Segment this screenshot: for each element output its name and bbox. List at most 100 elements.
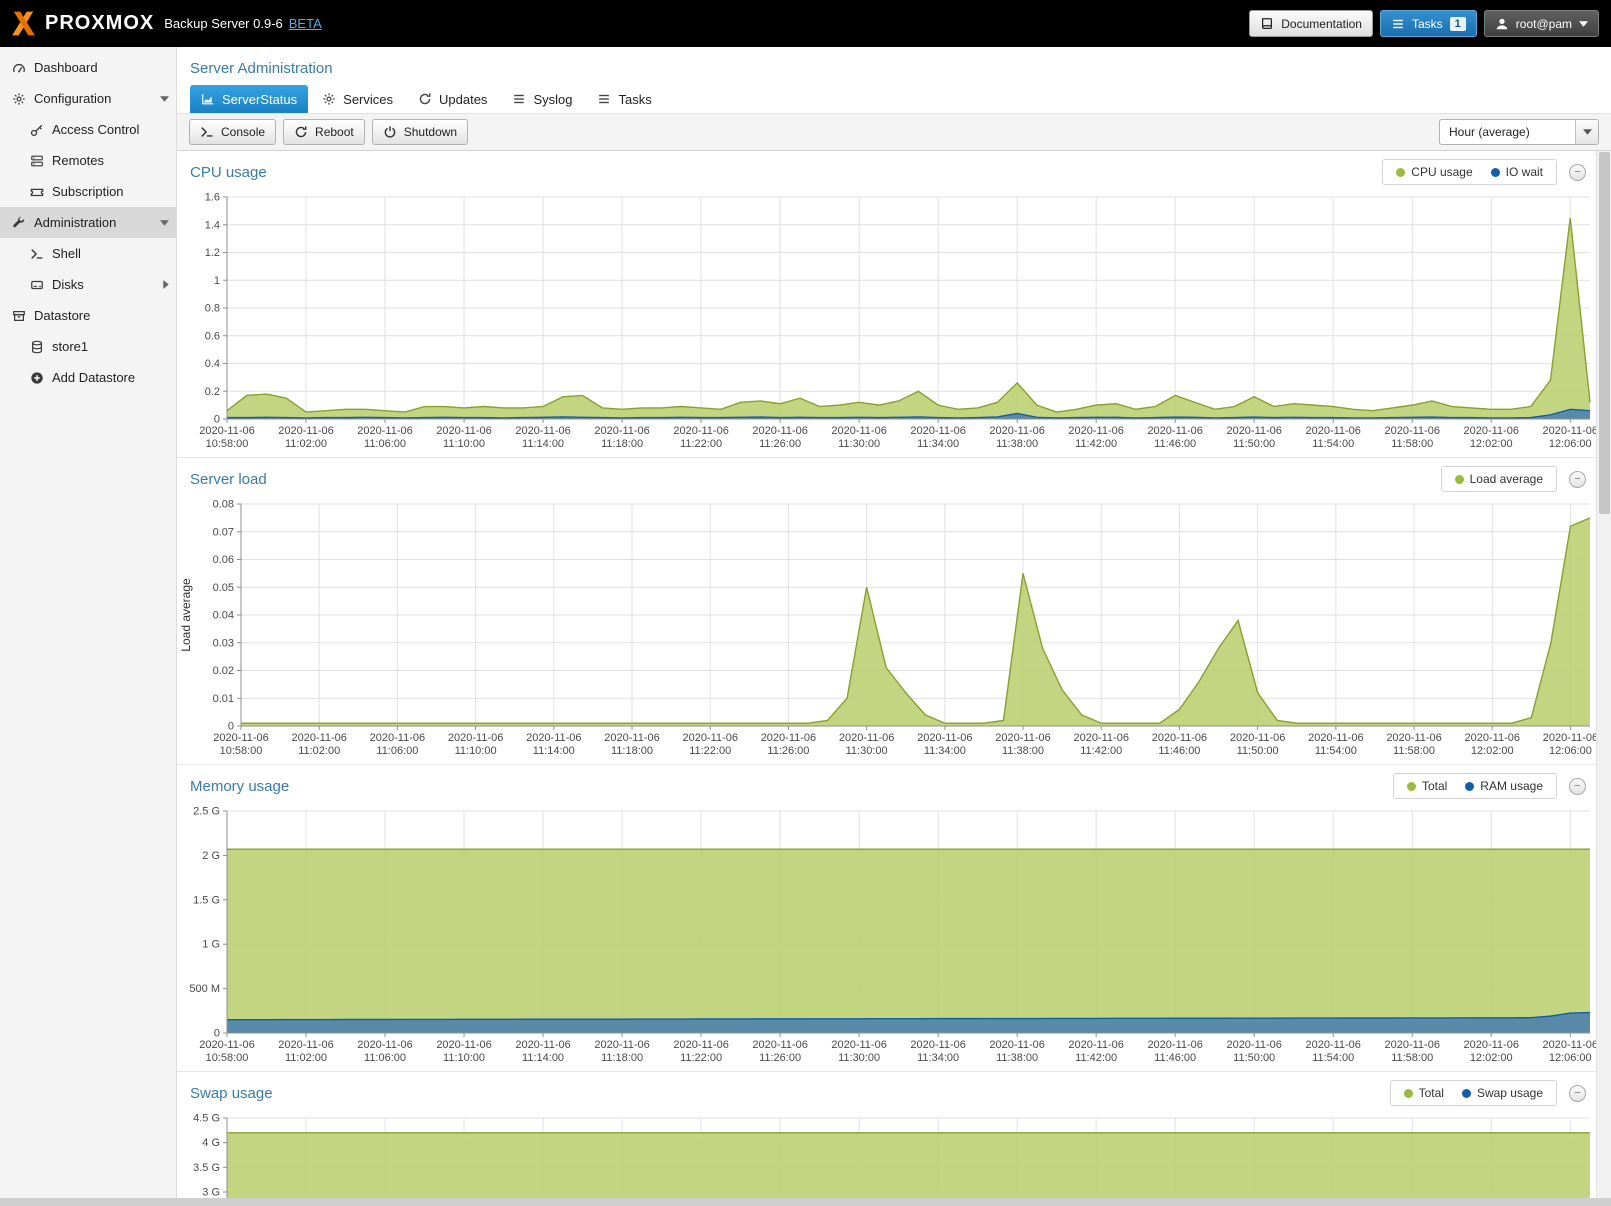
svg-text:2020-11-06: 2020-11-06	[436, 425, 491, 437]
legend-item-swap-usage[interactable]: Swap usage	[1462, 1086, 1543, 1100]
legend-label: RAM usage	[1480, 779, 1543, 793]
beta-link[interactable]: BETA	[289, 16, 322, 31]
combo-trigger[interactable]	[1575, 120, 1598, 144]
svg-text:11:34:00: 11:34:00	[924, 745, 966, 757]
svg-text:2020-11-06: 2020-11-06	[682, 732, 737, 744]
tab-tasks[interactable]: Tasks	[586, 85, 662, 113]
sidebar-item-remotes[interactable]: Remotes	[0, 145, 176, 176]
gauge-icon	[10, 61, 27, 75]
svg-text:11:14:00: 11:14:00	[533, 745, 575, 757]
terminal-icon	[28, 247, 45, 261]
reboot-button[interactable]: Reboot	[283, 119, 365, 145]
svg-text:2020-11-06: 2020-11-06	[761, 732, 816, 744]
collapse-tool[interactable]: −	[1569, 778, 1586, 795]
caret-down-icon	[160, 96, 169, 102]
sidebar-item-subscription[interactable]: Subscription	[0, 176, 176, 207]
collapse-tool[interactable]: −	[1569, 1085, 1586, 1102]
svg-text:11:18:00: 11:18:00	[611, 745, 653, 757]
refresh-icon	[418, 92, 432, 106]
legend-item-ram-usage[interactable]: RAM usage	[1465, 779, 1543, 793]
top-header: PROXMOX Backup Server 0.9-6 BETA Documen…	[0, 0, 1611, 47]
svg-text:2020-11-06: 2020-11-06	[594, 1039, 649, 1051]
chart-header-memory: Memory usageTotalRAM usage−	[177, 767, 1596, 805]
caret-down-icon	[1579, 21, 1588, 27]
user-menu-button[interactable]: root@pam	[1484, 10, 1599, 37]
hdd-icon	[28, 278, 45, 292]
svg-text:11:14:00: 11:14:00	[522, 438, 564, 450]
sidebar-item-datastore[interactable]: Datastore	[0, 300, 176, 331]
shutdown-button[interactable]: Shutdown	[372, 119, 468, 145]
legend-dot	[1462, 1089, 1471, 1098]
caret-down-icon	[1583, 129, 1592, 135]
vertical-scrollbar[interactable]	[1596, 151, 1611, 1198]
svg-text:2020-11-06: 2020-11-06	[448, 732, 503, 744]
sidebar-item-shell[interactable]: Shell	[0, 238, 176, 269]
gears-icon	[10, 92, 27, 106]
sidebar-item-administration[interactable]: Administration	[0, 207, 176, 238]
svg-text:2020-11-06: 2020-11-06	[357, 1039, 412, 1051]
main-panel: Server Administration ServerStatusServic…	[177, 47, 1611, 1198]
tasks-button[interactable]: Tasks 1	[1380, 10, 1477, 37]
svg-text:2020-11-06: 2020-11-06	[1465, 732, 1520, 744]
tab-label: Updates	[439, 92, 487, 107]
legend-item-cpu-usage[interactable]: CPU usage	[1396, 165, 1472, 179]
timeframe-value: Hour (average)	[1440, 125, 1575, 139]
legend-label: CPU usage	[1411, 165, 1472, 179]
collapse-tool[interactable]: −	[1569, 164, 1586, 181]
svg-text:0.6: 0.6	[205, 330, 220, 342]
sidebar-item-store1[interactable]: store1	[0, 331, 176, 362]
svg-text:2020-11-06: 2020-11-06	[1152, 732, 1207, 744]
svg-text:11:38:00: 11:38:00	[996, 1052, 1038, 1064]
legend-item-load-average[interactable]: Load average	[1455, 472, 1543, 486]
tab-serverstatus[interactable]: ServerStatus	[190, 85, 308, 113]
legend-label: IO wait	[1506, 165, 1543, 179]
documentation-label: Documentation	[1281, 17, 1362, 31]
svg-text:11:10:00: 11:10:00	[455, 745, 497, 757]
svg-text:0.08: 0.08	[213, 499, 234, 511]
documentation-button[interactable]: Documentation	[1249, 10, 1373, 37]
svg-text:11:58:00: 11:58:00	[1393, 745, 1435, 757]
svg-text:11:46:00: 11:46:00	[1154, 438, 1196, 450]
tab-updates[interactable]: Updates	[407, 85, 498, 113]
svg-text:1.4: 1.4	[205, 219, 220, 231]
charts-area: CPU usageCPU usageIO wait−00.20.40.60.81…	[177, 151, 1611, 1198]
sidebar-item-access-control[interactable]: Access Control	[0, 114, 176, 145]
timeframe-select[interactable]: Hour (average)	[1439, 119, 1599, 145]
svg-text:2020-11-06: 2020-11-06	[515, 425, 570, 437]
svg-text:11:02:00: 11:02:00	[298, 745, 340, 757]
legend-item-io-wait[interactable]: IO wait	[1491, 165, 1543, 179]
button-label: Reboot	[315, 125, 354, 139]
svg-text:4 G: 4 G	[202, 1137, 220, 1149]
svg-text:11:34:00: 11:34:00	[917, 1052, 959, 1064]
svg-text:2020-11-06: 2020-11-06	[1230, 732, 1285, 744]
console-button[interactable]: Console	[189, 119, 276, 145]
svg-text:11:34:00: 11:34:00	[917, 438, 959, 450]
sidebar-item-disks[interactable]: Disks	[0, 269, 176, 300]
sidebar-item-configuration[interactable]: Configuration	[0, 83, 176, 114]
sidebar-item-dashboard[interactable]: Dashboard	[0, 52, 176, 83]
svg-text:2020-11-06: 2020-11-06	[199, 425, 254, 437]
svg-text:12:02:00: 12:02:00	[1470, 1052, 1513, 1064]
svg-text:2020-11-06: 2020-11-06	[278, 1039, 333, 1051]
legend-dot	[1455, 475, 1464, 484]
gears-icon	[322, 92, 336, 106]
svg-text:2020-11-06: 2020-11-06	[1464, 1039, 1519, 1051]
svg-text:2020-11-06: 2020-11-06	[594, 425, 649, 437]
svg-text:11:10:00: 11:10:00	[443, 1052, 485, 1064]
list-icon	[597, 92, 611, 106]
svg-text:12:02:00: 12:02:00	[1470, 438, 1513, 450]
sidebar-item-label: Subscription	[52, 184, 124, 199]
sidebar-item-add-datastore[interactable]: Add Datastore	[0, 362, 176, 393]
chart-panel-memory: Memory usageTotalRAM usage−0500 M1 G1.5 …	[177, 765, 1596, 1072]
legend-item-total[interactable]: Total	[1404, 1086, 1444, 1100]
legend-item-total[interactable]: Total	[1407, 779, 1447, 793]
tab-services[interactable]: Services	[311, 85, 404, 113]
svg-text:2020-11-06: 2020-11-06	[1464, 425, 1519, 437]
scrollbar-thumb[interactable]	[1599, 152, 1610, 514]
tab-label: Services	[343, 92, 393, 107]
chart-memory: 0500 M1 G1.5 G2 G2.5 G2020-11-0610:58:00…	[177, 805, 1596, 1067]
svg-text:1.6: 1.6	[205, 192, 220, 204]
tab-syslog[interactable]: Syslog	[501, 85, 583, 113]
collapse-tool[interactable]: −	[1569, 471, 1586, 488]
svg-text:12:06:00: 12:06:00	[1549, 745, 1592, 757]
